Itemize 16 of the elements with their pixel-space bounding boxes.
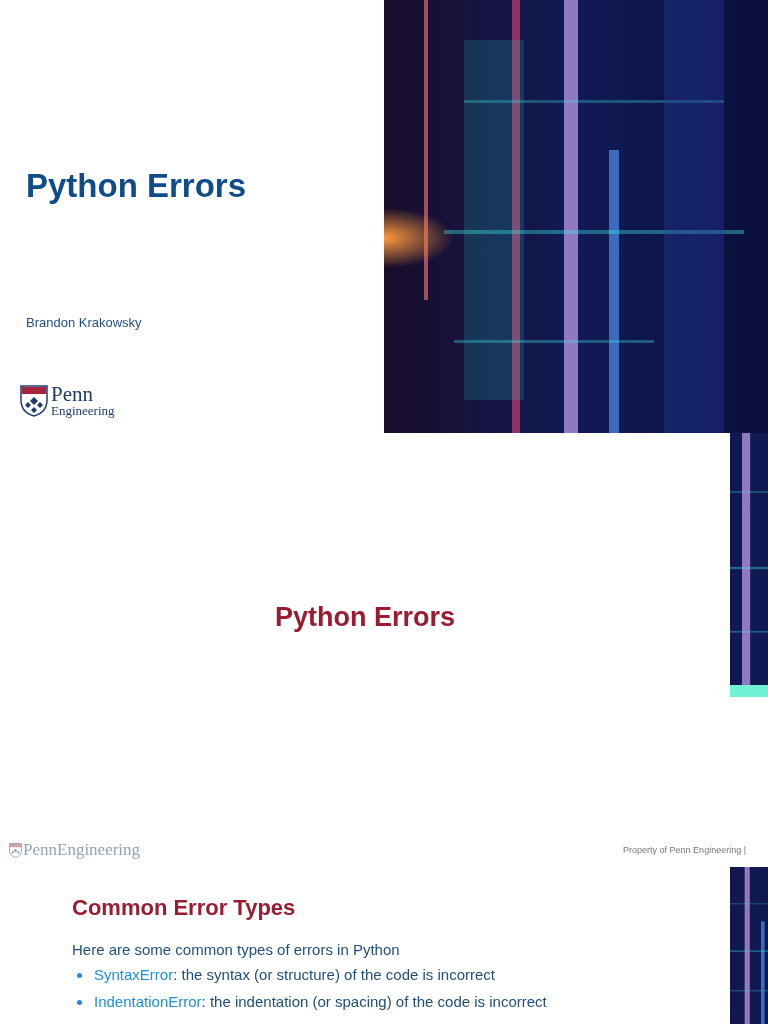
shield-icon [9,842,22,858]
logo-text: PennEngineering [23,840,141,860]
intro-text: Here are some common types of errors in Python [72,940,400,960]
shield-icon [20,385,48,417]
slide-title: Python Errors [274,601,455,634]
bullet-text: SyntaxError: the syntax (or structure) of the code is incorrect [94,965,495,985]
logo-text: Penn [51,384,94,404]
bullet-text: IndentationError: the indentation (or spacing) of the code is incorrect [94,992,547,1012]
logo-text: Engineering [51,404,115,418]
footer-text: Property of Penn Engineering | [623,844,746,856]
bullet-icon [77,999,82,1005]
author-name: Brandon Krakowsky [26,314,142,332]
slide-title: Python Errors [26,166,247,206]
accent-bar [730,685,768,697]
slide-title: Common Error Types [72,894,296,922]
bullet-icon [77,972,82,978]
